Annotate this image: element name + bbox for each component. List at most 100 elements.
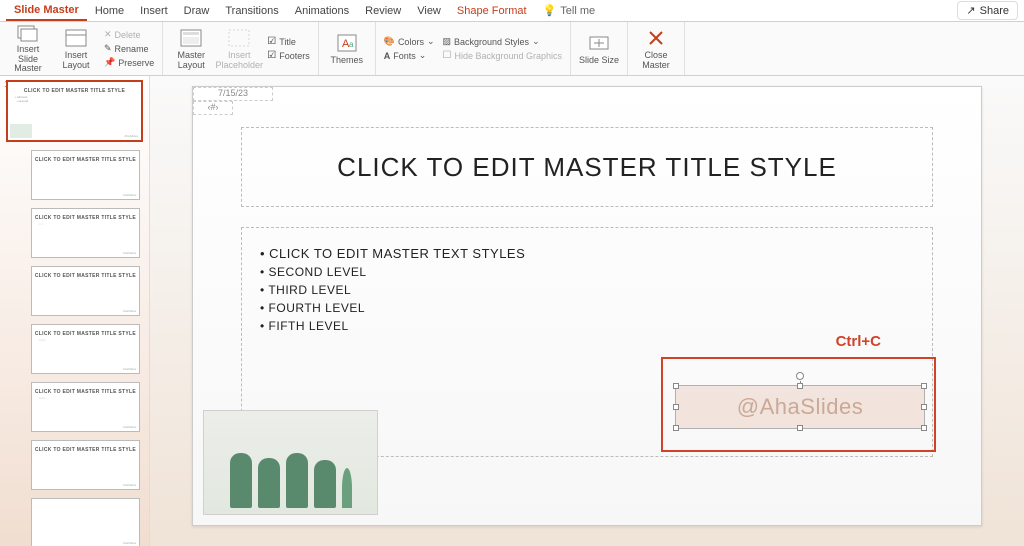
date-placeholder[interactable]: 7/15/23 [193,87,273,101]
tab-insert[interactable]: Insert [132,2,176,20]
thumbnail-layout[interactable]: CLICK TO EDIT MASTER TITLE STYLEAhaSlide… [31,266,141,316]
resize-handle[interactable] [797,383,803,389]
thumb-title: CLICK TO EDIT MASTER TITLE STYLE [11,88,138,94]
share-icon: ↗ [966,4,975,17]
thumbnails-panel[interactable]: 1 CLICK TO EDIT MASTER TITLE STYLE • edi… [0,76,150,546]
preserve-button[interactable]: 📌Preserve [102,56,156,69]
annotation-shortcut: Ctrl+C [836,333,881,350]
title-checkbox[interactable]: ☑Title [265,35,311,48]
thumb-brand: AhaSlides [123,483,137,487]
delete-label: Delete [115,30,141,40]
thumbnail-layout[interactable]: CLICK TO EDIT MASTER TITLE STYLE ▫▫ | ▫▫ A… [31,382,141,432]
background-styles-dropdown[interactable]: ▨Background Styles ⌄ [441,35,565,48]
rename-label: Rename [115,44,149,54]
thumb-title: CLICK TO EDIT MASTER TITLE STYLE [35,331,137,337]
slide-master-icon [17,23,39,43]
insert-slide-master-label: Insert Slide Master [6,45,50,75]
fonts-icon: A [384,51,391,61]
master-layout-button[interactable]: Master Layout [169,25,213,73]
group-size: Slide Size [571,22,628,75]
resize-handle[interactable] [673,404,679,410]
tab-view[interactable]: View [409,2,449,20]
thumbnail-master[interactable]: CLICK TO EDIT MASTER TITLE STYLE • edit … [6,80,143,142]
thumb-title: CLICK TO EDIT MASTER TITLE STYLE [35,273,137,279]
slide-size-label: Slide Size [579,56,619,66]
svg-text:a: a [349,40,354,49]
fonts-dropdown[interactable]: AFonts ⌄ [382,49,437,62]
rename-button[interactable]: ✎Rename [102,42,156,55]
tab-transitions[interactable]: Transitions [217,2,286,20]
thumbnail-layout[interactable]: CLICK TO EDIT MASTER TITLE STYLE▫ ▫ ▫Aha… [31,208,141,258]
fonts-label: Fonts [393,51,416,61]
tab-slide-master[interactable]: Slide Master [6,1,87,21]
colors-icon: 🎨 [384,36,395,47]
tab-draw[interactable]: Draw [176,2,218,20]
rotate-handle[interactable] [796,372,804,380]
close-icon [645,27,667,49]
tell-me-search[interactable]: 💡 Tell me [535,1,604,20]
group-master-layout: Master Layout Insert Placeholder ☑Title … [163,22,318,75]
thumbnail-layout[interactable]: CLICK TO EDIT MASTER TITLE STYLEAhaSlide… [31,150,141,200]
slide-canvas[interactable]: CLICK TO EDIT MASTER TITLE STYLE CLICK T… [192,86,982,526]
resize-handle[interactable] [921,425,927,431]
master-layout-icon [180,27,202,49]
body-level-5: FIFTH LEVEL [260,319,914,333]
thumb-brand: AhaSlides [123,367,137,371]
chevron-down-icon: ⌄ [532,36,540,47]
thumb-brand: AhaSlides [123,251,137,255]
close-master-button[interactable]: Close Master [634,25,678,73]
body-level-1: CLICK TO EDIT MASTER TEXT STYLES [260,246,914,261]
insert-slide-master-button[interactable]: Insert Slide Master [6,25,50,73]
workspace: 1 CLICK TO EDIT MASTER TITLE STYLE • edi… [0,76,1024,546]
title-chk-label: Title [279,37,296,47]
close-master-label: Close Master [634,51,678,71]
hide-bg-label: Hide Background Graphics [454,51,562,61]
tab-shape-format[interactable]: Shape Format [449,2,535,20]
hide-bg-checkbox[interactable]: ☐Hide Background Graphics [441,49,565,62]
ribbon: Insert Slide Master Insert Layout ✕Delet… [0,22,1024,76]
checkbox-unchecked-icon: ☐ [443,50,452,61]
resize-handle[interactable] [673,425,679,431]
themes-icon: Aa [336,32,358,54]
themes-button[interactable]: Aa Themes [325,25,369,73]
slide-size-icon [588,32,610,54]
insert-placeholder-button[interactable]: Insert Placeholder [217,25,261,73]
selection-highlight: @AhaSlides [661,357,936,452]
thumb-body: ▫▫ | ▫▫ [39,397,133,401]
tab-animations[interactable]: Animations [287,2,357,20]
tab-home[interactable]: Home [87,2,132,20]
bg-styles-label: Background Styles [454,37,529,47]
body-level-4: FOURTH LEVEL [260,301,914,315]
insert-layout-label: Insert Layout [54,51,98,71]
master-layout-label: Master Layout [169,51,213,71]
chevron-down-icon: ⌄ [427,36,435,47]
thumb-body: ▫▫ | ▫▫ [39,339,133,343]
title-placeholder[interactable]: CLICK TO EDIT MASTER TITLE STYLE [241,127,933,207]
resize-handle[interactable] [921,404,927,410]
slide-number-placeholder[interactable]: ‹#› [193,101,233,115]
thumbnail-layout[interactable]: CLICK TO EDIT MASTER TITLE STYLEAhaSlide… [31,440,141,490]
layout-icon [65,27,87,49]
share-label: Share [980,5,1009,17]
share-button[interactable]: ↗ Share [957,1,1018,20]
tab-review[interactable]: Review [357,2,409,20]
resize-handle[interactable] [921,383,927,389]
insert-layout-button[interactable]: Insert Layout [54,25,98,73]
colors-dropdown[interactable]: 🎨Colors ⌄ [382,35,437,48]
delete-button[interactable]: ✕Delete [102,28,156,41]
resize-handle[interactable] [673,383,679,389]
thumb-brand: AhaSlides [123,425,137,429]
background-icon: ▨ [443,36,452,47]
thumbnail-layout[interactable]: CLICK TO EDIT MASTER TITLE STYLE ▫▫ | ▫▫ A… [31,324,141,374]
insert-placeholder-label: Insert Placeholder [215,51,263,71]
watermark-textbox[interactable]: @AhaSlides [675,385,925,429]
footers-checkbox[interactable]: ☑Footers [265,49,311,62]
resize-handle[interactable] [797,425,803,431]
lightbulb-icon: 💡 [543,4,557,17]
themes-label: Themes [330,56,363,66]
thumb-title: CLICK TO EDIT MASTER TITLE STYLE [35,389,137,395]
title-text: CLICK TO EDIT MASTER TITLE STYLE [337,152,837,183]
slide-editor[interactable]: CLICK TO EDIT MASTER TITLE STYLE CLICK T… [150,76,1024,546]
slide-size-button[interactable]: Slide Size [577,25,621,73]
thumbnail-layout[interactable]: AhaSlides [31,498,141,546]
